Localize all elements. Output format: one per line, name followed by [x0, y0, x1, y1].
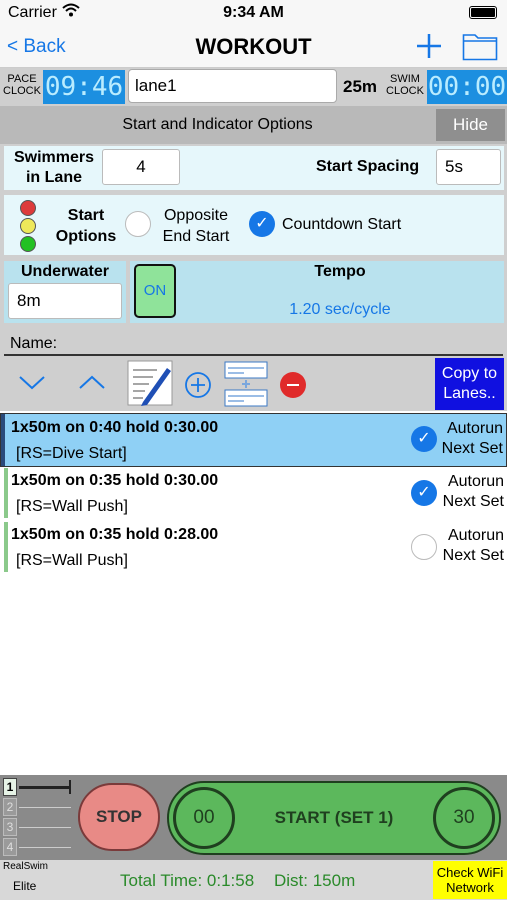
swimmers-label: Swimmers in Lane [13, 149, 95, 186]
stop-button[interactable]: STOP [78, 783, 160, 851]
total-time: Total Time: 0:1:58 [120, 871, 255, 890]
tempo-toggle-button[interactable]: ON [134, 264, 176, 318]
lane-number[interactable]: 2 [3, 798, 17, 816]
start-label: START (SET 1) [274, 808, 394, 827]
distance-label: 25m [343, 77, 378, 96]
swimmers-input[interactable]: 4 [102, 149, 180, 185]
set-row[interactable]: 1x50m on 0:35 hold 0:30.00 [RS=Wall Push… [0, 468, 507, 522]
autorun-label: Autorun Next Set [442, 473, 504, 510]
lane-bar [19, 807, 71, 808]
underwater-panel: Underwater 8m [4, 261, 126, 323]
autorun-label: Autorun Next Set [442, 527, 504, 564]
lane-bar [19, 786, 71, 789]
battery-icon [469, 6, 497, 19]
tempo-value[interactable]: 1.20 sec/cycle [180, 301, 500, 319]
duplicate-icon[interactable] [224, 361, 268, 412]
pace-clock-value: 09:46 [43, 70, 125, 104]
start-countdown-right: 30 [433, 787, 495, 849]
add-icon[interactable] [415, 32, 443, 65]
set-indicator [4, 522, 8, 572]
lane-name-input[interactable]: lane1 [128, 69, 337, 103]
hide-button[interactable]: Hide [436, 109, 505, 141]
tempo-panel: ON Tempo 1.20 sec/cycle [130, 261, 504, 323]
opposite-end-label: Opposite End Start [162, 207, 230, 245]
set-title: 1x50m on 0:40 hold 0:30.00 [11, 419, 219, 436]
tempo-label: Tempo [314, 263, 366, 280]
countdown-check[interactable]: ✓ [249, 211, 275, 237]
swimmers-row: Swimmers in Lane 4 Start Spacing 5s [4, 146, 504, 190]
footer: RealSwim Elite Total Time: 0:1:58 Dist: … [0, 860, 507, 900]
set-row[interactable]: 1x50m on 0:35 hold 0:28.00 [RS=Wall Push… [0, 522, 507, 576]
underwater-label: Underwater [20, 263, 110, 280]
brand-bottom: Elite [13, 879, 37, 893]
pace-clock-label: PACE CLOCK [3, 73, 41, 97]
status-bar: Carrier 9:34 AM [0, 0, 507, 26]
options-header: Start and Indicator Options Hide [0, 106, 507, 144]
check-wifi-button[interactable]: Check WiFi Network [433, 861, 507, 899]
copy-to-lanes-button[interactable]: Copy to Lanes.. [435, 358, 504, 410]
set-indicator [4, 468, 8, 518]
set-row[interactable]: 1x50m on 0:40 hold 0:30.00 [RS=Dive Star… [0, 413, 507, 467]
chevron-down-icon[interactable] [18, 373, 46, 396]
swim-clock-label: SWIM CLOCK [386, 73, 424, 97]
lane-bar [19, 827, 71, 828]
underwater-input[interactable]: 8m [8, 283, 122, 319]
set-subtitle: [RS=Wall Push] [16, 498, 128, 515]
lane-number[interactable]: 4 [3, 838, 17, 856]
lane-number[interactable]: 3 [3, 818, 17, 836]
start-countdown-left: 00 [173, 787, 235, 849]
start-options-row: Start Options Opposite End Start ✓ Count… [4, 195, 504, 255]
swim-clock-value: 00:00 [427, 70, 507, 104]
lane-selector[interactable]: 1 2 3 4 [3, 778, 73, 858]
start-options-label: Start Options [55, 207, 117, 245]
set-indicator [1, 414, 5, 466]
set-list: 1x50m on 0:40 hold 0:30.00 [RS=Dive Star… [0, 411, 507, 775]
start-button[interactable]: 00 START (SET 1) 30 [167, 781, 501, 855]
opposite-end-radio[interactable] [125, 211, 151, 237]
stop-label: STOP [96, 807, 142, 826]
lane-number[interactable]: 1 [3, 778, 17, 796]
delete-icon[interactable] [279, 371, 307, 404]
lane-bar [19, 847, 71, 848]
brand-top: RealSwim [3, 861, 49, 872]
control-bar: 1 2 3 4 STOP 00 START (SET 1) 30 [0, 775, 507, 860]
clock-row: PACE CLOCK 09:46 lane1 25m SWIM CLOCK 00… [0, 68, 507, 106]
edit-icon[interactable] [127, 360, 173, 411]
set-title: 1x50m on 0:35 hold 0:30.00 [11, 472, 219, 489]
name-row: Name: [0, 326, 507, 357]
autorun-label: Autorun Next Set [441, 420, 503, 457]
traffic-light-icon [18, 199, 38, 258]
status-time: 9:34 AM [223, 4, 284, 21]
chevron-up-icon[interactable] [78, 373, 106, 396]
set-subtitle: [RS=Dive Start] [16, 445, 127, 462]
countdown-label: Countdown Start [282, 216, 402, 233]
start-spacing-input[interactable]: 5s [436, 149, 501, 185]
name-underline [4, 354, 503, 356]
toolbar: Copy to Lanes.. [0, 357, 507, 411]
add-circle-icon[interactable] [184, 371, 212, 404]
start-spacing-label: Start Spacing [316, 158, 420, 175]
set-title: 1x50m on 0:35 hold 0:28.00 [11, 526, 219, 543]
folder-icon[interactable] [462, 31, 498, 66]
nav-bar: < Back WORKOUT [0, 26, 507, 68]
name-label: Name: [10, 335, 58, 352]
lane-bar-end [69, 780, 71, 794]
total-distance: Dist: 150m [274, 871, 356, 890]
set-subtitle: [RS=Wall Push] [16, 552, 128, 569]
options-header-title: Start and Indicator Options [122, 116, 313, 133]
